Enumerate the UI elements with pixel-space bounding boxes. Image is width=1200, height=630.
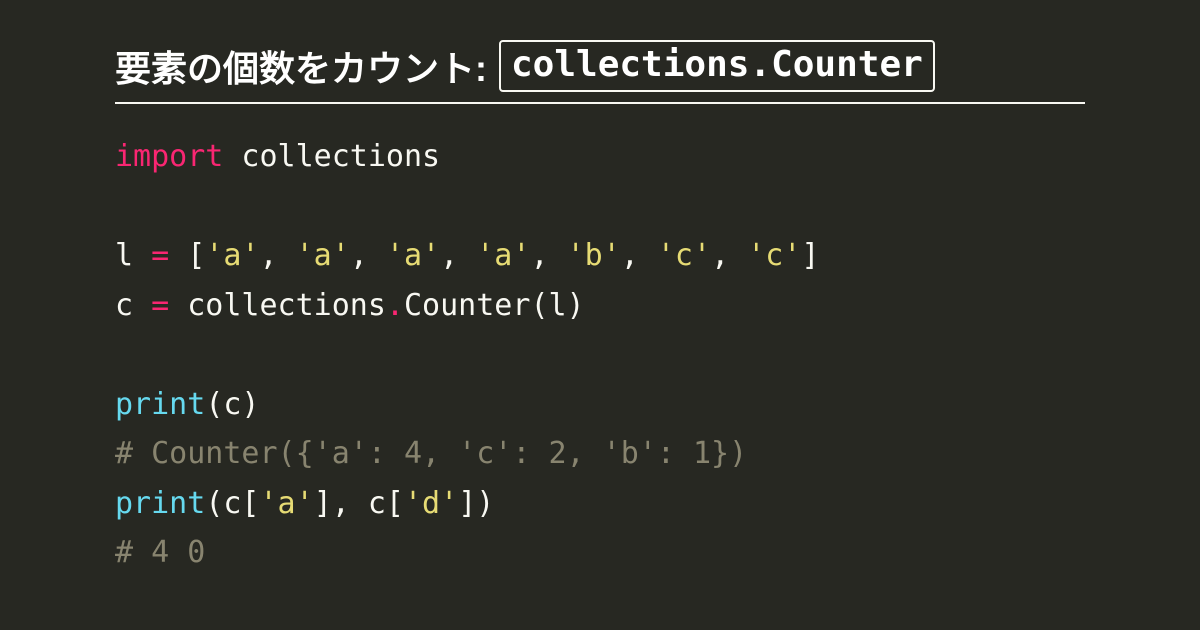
code-token: ])	[458, 486, 494, 521]
code-line: c = collections.Counter(l)	[115, 288, 585, 323]
code-line: # 4 0	[115, 535, 205, 570]
code-token: print	[115, 387, 205, 422]
code-token: 'a'	[296, 238, 350, 273]
code-line: import collections	[115, 139, 440, 174]
code-token: # 4 0	[115, 535, 205, 570]
code-token: ,	[711, 238, 747, 273]
code-token: collections	[223, 139, 440, 174]
code-token: c	[115, 288, 151, 323]
code-token: 'a'	[260, 486, 314, 521]
code-line: print(c['a'], c['d'])	[115, 486, 494, 521]
code-line: print(c)	[115, 387, 260, 422]
code-token: (l)	[530, 288, 584, 323]
code-token: (c[	[205, 486, 259, 521]
code-token: ,	[440, 238, 476, 273]
code-token: ]	[801, 238, 819, 273]
code-token: (c)	[205, 387, 259, 422]
code-token: 'b'	[567, 238, 621, 273]
code-token: 'c'	[657, 238, 711, 273]
code-token: ,	[350, 238, 386, 273]
code-line	[115, 337, 133, 372]
code-token: import	[115, 139, 223, 174]
code-token: l	[115, 238, 151, 273]
code-block: import collections l = ['a', 'a', 'a', '…	[115, 132, 1085, 578]
code-token: ], c[	[314, 486, 404, 521]
code-token: ,	[621, 238, 657, 273]
code-line	[115, 189, 133, 224]
code-token: ,	[260, 238, 296, 273]
code-token: =	[151, 288, 169, 323]
code-token: 'd'	[404, 486, 458, 521]
code-token: ,	[530, 238, 566, 273]
title-code-badge: collections.Counter	[499, 40, 935, 92]
title-header: 要素の個数をカウント: collections.Counter	[115, 40, 1085, 104]
code-token: 'a'	[205, 238, 259, 273]
code-token: collections	[169, 288, 386, 323]
code-token: # Counter({'a': 4, 'c': 2, 'b': 1})	[115, 436, 747, 471]
code-line: # Counter({'a': 4, 'c': 2, 'b': 1})	[115, 436, 747, 471]
code-token: [	[187, 238, 205, 273]
code-token: =	[151, 238, 169, 273]
code-token: 'a'	[386, 238, 440, 273]
code-token: print	[115, 486, 205, 521]
code-token	[169, 238, 187, 273]
title-label: 要素の個数をカウント:	[115, 40, 487, 92]
code-token: .	[386, 288, 404, 323]
code-line: l = ['a', 'a', 'a', 'a', 'b', 'c', 'c']	[115, 238, 819, 273]
code-token: 'c'	[747, 238, 801, 273]
code-token: Counter	[404, 288, 530, 323]
code-token: 'a'	[476, 238, 530, 273]
